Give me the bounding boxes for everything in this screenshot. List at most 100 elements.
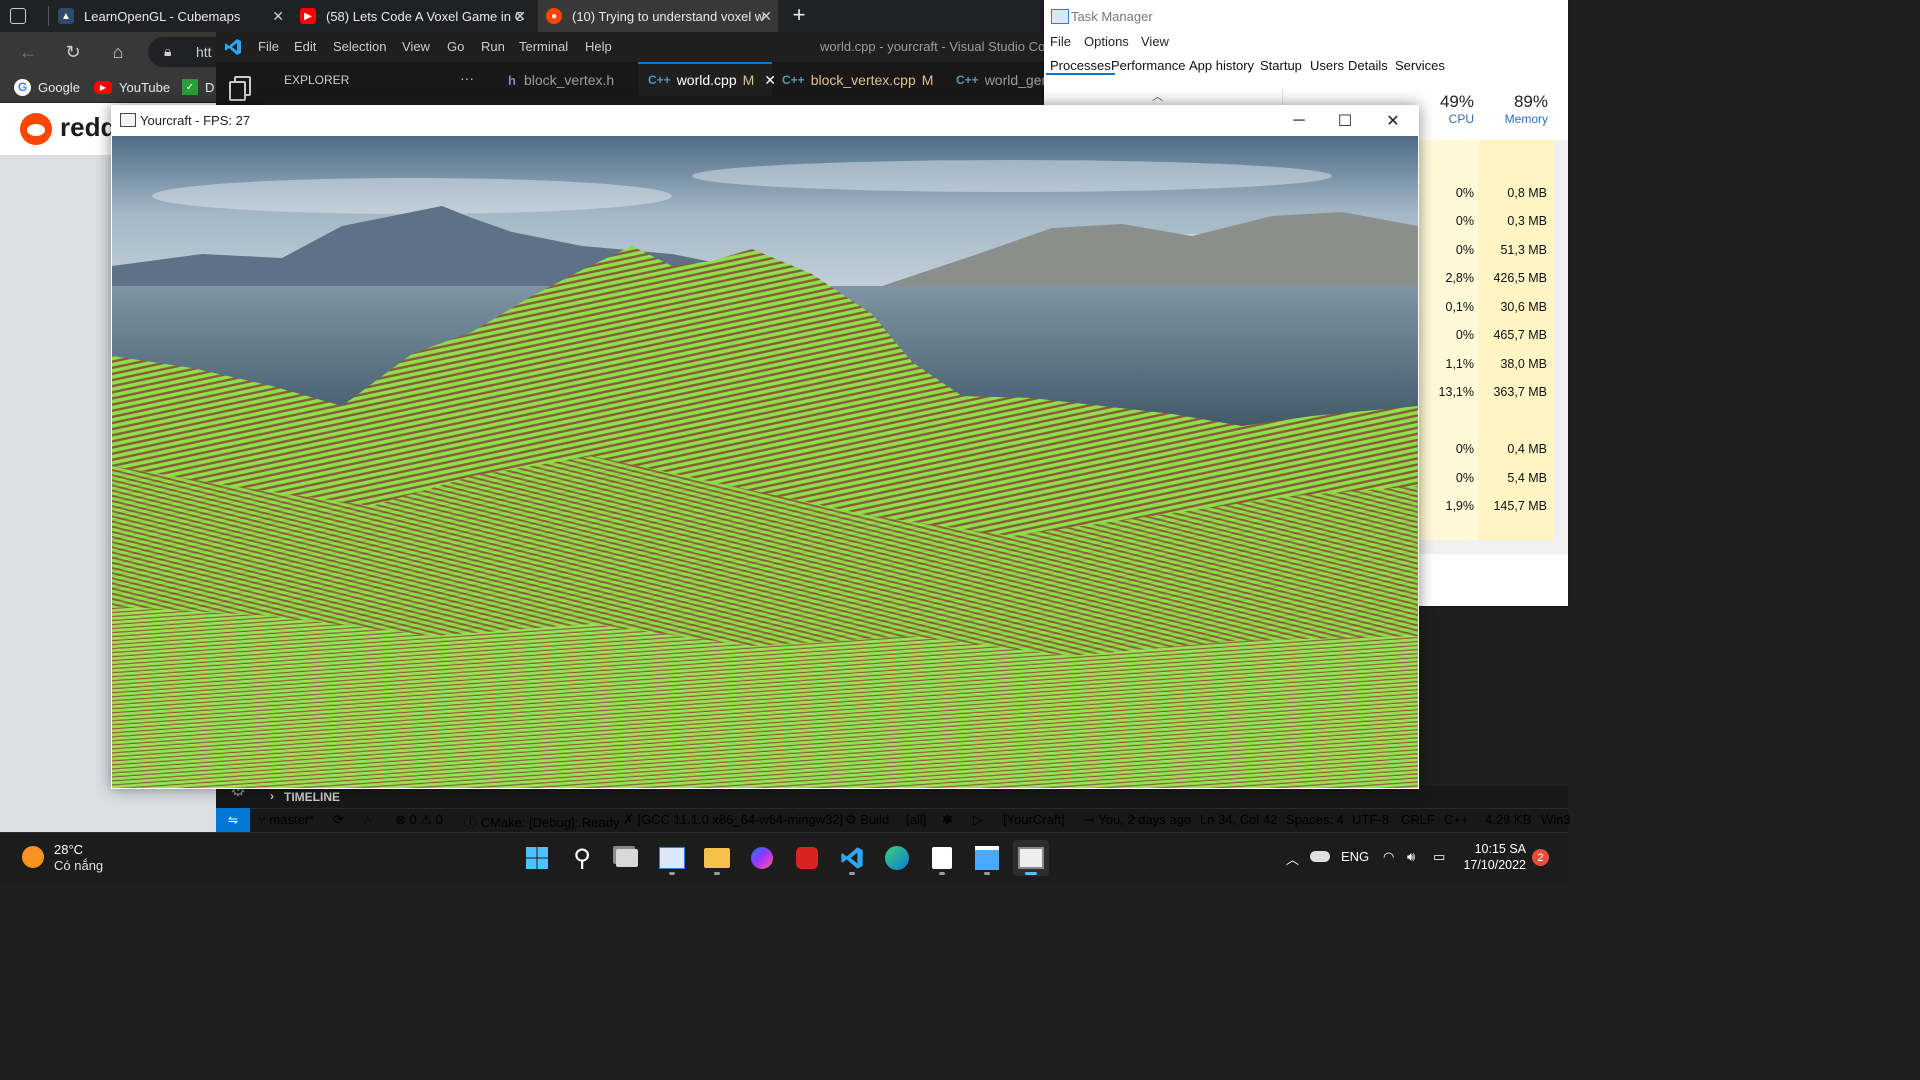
menu-help[interactable]: Help bbox=[585, 39, 612, 54]
tm-process-row[interactable]: 1,1% 38,0 MB bbox=[1418, 350, 1568, 379]
minimize-icon[interactable]: ─ bbox=[1276, 105, 1322, 136]
menu-edit[interactable]: Edit bbox=[294, 39, 316, 54]
tm-process-row[interactable]: 0% 465,7 MB bbox=[1418, 321, 1568, 350]
tm-cpu-header[interactable]: 49% CPU bbox=[1418, 92, 1474, 126]
close-icon[interactable]: ✕ bbox=[514, 8, 526, 25]
chevron-up-icon[interactable]: ︿ bbox=[1286, 849, 1299, 868]
game-render-viewport[interactable] bbox=[112, 136, 1418, 788]
status-spaces[interactable]: Spaces: 4 bbox=[1286, 812, 1344, 827]
menu-go[interactable]: Go bbox=[447, 39, 464, 54]
weather-temp[interactable]: 28°C bbox=[54, 842, 83, 857]
new-tab-button[interactable]: + bbox=[788, 4, 810, 28]
tm-process-row[interactable] bbox=[1418, 407, 1568, 436]
status-blame[interactable]: ⊸ You, 2 days ago bbox=[1084, 812, 1191, 828]
editor-tab-world-cpp[interactable]: C++ world.cpp M ✕ bbox=[638, 62, 776, 96]
garena-icon[interactable] bbox=[789, 840, 825, 876]
tm-tab-services[interactable]: Services bbox=[1391, 58, 1449, 73]
explorer-files-icon[interactable] bbox=[228, 74, 252, 101]
editor-tab-block-vertex-cpp[interactable]: C++ block_vertex.cpp M bbox=[782, 62, 942, 98]
git-graph-icon[interactable]: ⑃ bbox=[364, 812, 372, 827]
close-icon[interactable]: ✕ bbox=[1370, 105, 1416, 136]
tm-process-row[interactable]: 0% 5,4 MB bbox=[1418, 464, 1568, 493]
menu-run[interactable]: Run bbox=[481, 39, 505, 54]
tm-process-row[interactable]: 2,8% 426,5 MB bbox=[1418, 264, 1568, 293]
tm-tab-performance[interactable]: Performance bbox=[1107, 58, 1189, 73]
status-launch-target[interactable]: [YourCraft] bbox=[1003, 812, 1065, 827]
start-windows-icon[interactable] bbox=[519, 840, 555, 876]
status-encoding[interactable]: UTF-8 bbox=[1352, 812, 1389, 827]
status-language[interactable]: C++ bbox=[1444, 812, 1469, 827]
status-position[interactable]: Ln 34, Col 42 bbox=[1200, 812, 1277, 827]
tm-menu-view[interactable]: View bbox=[1141, 34, 1169, 49]
clock-date[interactable]: 17/10/2022 bbox=[1462, 858, 1526, 872]
reddit-logo-icon[interactable] bbox=[20, 113, 52, 145]
tm-tab-startup[interactable]: Startup bbox=[1256, 58, 1306, 73]
status-build[interactable]: ⚙ Build bbox=[845, 812, 889, 828]
timeline-panel[interactable]: › TIMELINE bbox=[264, 786, 1568, 808]
editor-tab-world-gen[interactable]: C++ world_gen bbox=[956, 62, 1044, 98]
tm-process-row[interactable]: 0% 0,3 MB bbox=[1418, 207, 1568, 236]
back-icon[interactable]: ← bbox=[12, 36, 44, 68]
tab-actions-icon[interactable] bbox=[10, 8, 26, 24]
editor-tab-block-vertex-h[interactable]: h block_vertex.h bbox=[500, 62, 640, 98]
sort-chevron-up-icon[interactable]: ︿ bbox=[1152, 88, 1163, 104]
browser-tab-reddit[interactable]: ● (10) Trying to understand voxel w ✕ bbox=[538, 0, 778, 32]
bookmark-d[interactable]: ✓ D bbox=[182, 72, 214, 102]
onedrive-cloud-icon[interactable] bbox=[1310, 851, 1330, 862]
maximize-icon[interactable]: ☐ bbox=[1322, 105, 1368, 136]
status-kit[interactable]: ✗ [GCC 11.1.0 x86_64-w64-mingw32] bbox=[623, 812, 843, 828]
task-view-icon[interactable] bbox=[609, 840, 645, 876]
task-manager-taskbar-icon[interactable] bbox=[654, 840, 690, 876]
language-indicator[interactable]: ENG bbox=[1341, 849, 1369, 864]
store-window-icon[interactable] bbox=[969, 840, 1005, 876]
status-target[interactable]: [all] bbox=[906, 812, 926, 827]
close-icon[interactable]: ✕ bbox=[760, 8, 772, 25]
more-actions-icon[interactable]: ··· bbox=[460, 70, 474, 86]
menu-file[interactable]: File bbox=[258, 39, 279, 54]
tm-process-row[interactable]: 0% 0,8 MB bbox=[1418, 179, 1568, 208]
yourcraft-taskbar-icon[interactable] bbox=[1013, 840, 1049, 876]
tm-process-row[interactable]: 0% 51,3 MB bbox=[1418, 236, 1568, 265]
status-platform[interactable]: Win3 bbox=[1541, 812, 1571, 827]
tm-tab-processes[interactable]: Processes bbox=[1046, 58, 1115, 75]
menu-terminal[interactable]: Terminal bbox=[519, 39, 568, 54]
browser-tab-youtube[interactable]: ▶ (58) Lets Code A Voxel Game in C ✕ bbox=[300, 0, 532, 32]
twitch-icon[interactable] bbox=[924, 840, 960, 876]
clock-time[interactable]: 10:15 SA bbox=[1468, 842, 1526, 856]
tm-horizontal-scrollbar[interactable] bbox=[1418, 540, 1568, 554]
menu-view[interactable]: View bbox=[402, 39, 430, 54]
tm-process-row[interactable]: 1,9% 145,7 MB bbox=[1418, 492, 1568, 521]
vscode-taskbar-icon[interactable] bbox=[834, 840, 870, 876]
refresh-icon[interactable]: ↻ bbox=[57, 36, 89, 68]
bookmark-youtube[interactable]: ▶ YouTube bbox=[94, 72, 170, 102]
tm-menu-file[interactable]: File bbox=[1050, 34, 1071, 49]
battery-icon[interactable]: ▭ bbox=[1433, 849, 1445, 865]
tm-tab-app-history[interactable]: App history bbox=[1185, 58, 1258, 73]
close-icon[interactable]: ✕ bbox=[272, 8, 284, 25]
weather-sun-icon[interactable] bbox=[22, 846, 44, 868]
status-branch[interactable]: ⑂ master* bbox=[258, 812, 314, 827]
tm-tab-details[interactable]: Details bbox=[1344, 58, 1392, 73]
search-icon[interactable]: ⚲ bbox=[564, 840, 600, 876]
tm-menu-options[interactable]: Options bbox=[1084, 34, 1129, 49]
file-explorer-icon[interactable] bbox=[699, 840, 735, 876]
tm-tab-users[interactable]: Users bbox=[1306, 58, 1348, 73]
tm-process-row[interactable]: 0,1% 30,6 MB bbox=[1418, 293, 1568, 322]
run-play-icon[interactable]: ▷ bbox=[973, 812, 983, 828]
home-icon[interactable]: ⌂ bbox=[102, 36, 134, 68]
yourcraft-title-bar[interactable]: Yourcraft - FPS: 27 bbox=[111, 105, 1419, 136]
menu-selection[interactable]: Selection bbox=[333, 39, 386, 54]
status-cmake[interactable]: ⓘ CMake: [Debug]: Ready bbox=[464, 812, 619, 831]
remote-indicator-icon[interactable]: ⇋ bbox=[216, 808, 250, 832]
wifi-icon[interactable]: ◠ bbox=[1383, 849, 1394, 865]
debug-bug-icon[interactable]: ✱ bbox=[942, 812, 953, 828]
tm-memory-header[interactable]: 89% Memory bbox=[1484, 92, 1548, 126]
tm-process-row[interactable]: 0% 0,4 MB bbox=[1418, 435, 1568, 464]
browser-tab-learnopengl[interactable]: ▲ LearnOpenGL - Cubemaps ✕ bbox=[58, 0, 290, 32]
bookmark-google[interactable]: G Google bbox=[14, 72, 80, 102]
status-eol[interactable]: CRLF bbox=[1401, 812, 1435, 827]
close-icon[interactable]: ✕ bbox=[764, 72, 776, 89]
sync-icon[interactable]: ⟳ bbox=[333, 812, 344, 828]
weather-desc[interactable]: Có nắng bbox=[54, 858, 103, 873]
messenger-icon[interactable] bbox=[744, 840, 780, 876]
